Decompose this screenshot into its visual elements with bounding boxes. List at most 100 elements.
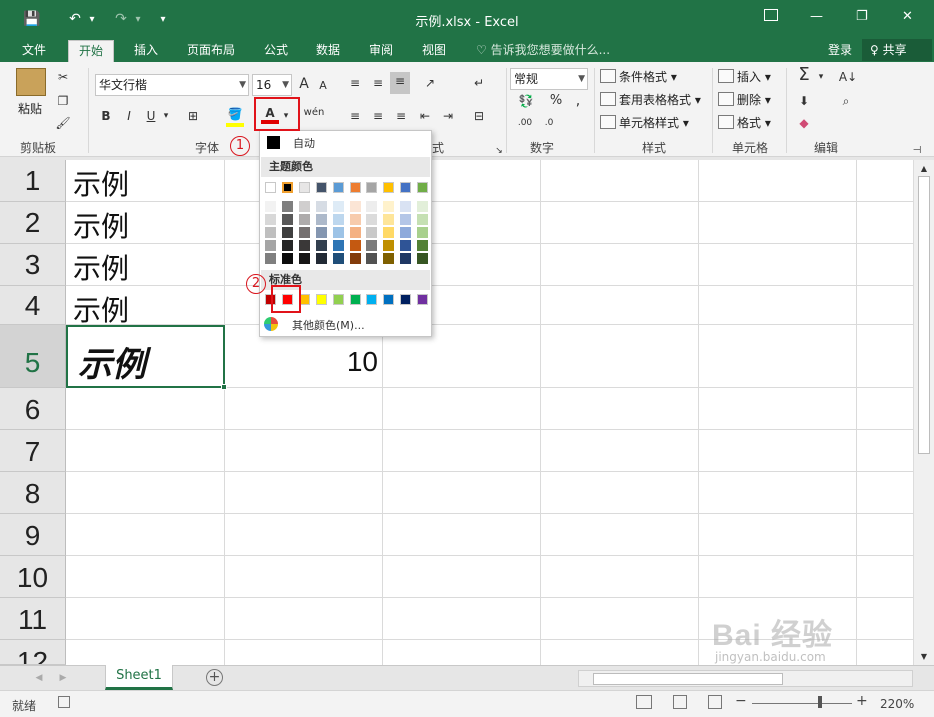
wrap-text-icon[interactable]: ↵ xyxy=(470,74,488,92)
paste-icon[interactable] xyxy=(16,68,46,96)
cell-styles-button[interactable]: 单元格样式 ▾ xyxy=(600,114,689,132)
clear-icon[interactable]: ◆ xyxy=(794,114,814,132)
increase-decimal-icon[interactable]: .00 xyxy=(514,114,536,132)
format-as-table-button[interactable]: 套用表格格式 ▾ xyxy=(600,91,701,109)
share-button[interactable]: ♀ 共享 xyxy=(862,39,932,61)
theme-shade-swatch[interactable] xyxy=(400,227,412,238)
theme-shade-swatch[interactable] xyxy=(417,240,429,251)
theme-shade-swatch[interactable] xyxy=(332,214,344,225)
theme-shade-swatch[interactable] xyxy=(265,227,276,238)
theme-shade-swatch[interactable] xyxy=(315,214,327,225)
theme-shade-swatch[interactable] xyxy=(281,214,293,225)
theme-color-swatch[interactable] xyxy=(265,182,276,193)
cell-b5[interactable]: 10 xyxy=(320,346,378,378)
theme-shade-swatch[interactable] xyxy=(332,201,344,212)
scroll-thumb[interactable] xyxy=(593,673,783,685)
scroll-thumb[interactable] xyxy=(918,176,930,454)
tab-insert[interactable]: 插入 xyxy=(124,40,168,62)
align-right-icon[interactable]: ≡ xyxy=(392,107,410,125)
theme-shade-swatch[interactable] xyxy=(417,227,429,238)
align-bottom-icon[interactable]: ≡ xyxy=(390,72,410,94)
sign-in-link[interactable]: 登录 xyxy=(828,41,852,58)
standard-color-swatch[interactable] xyxy=(366,294,378,305)
page-layout-view-icon[interactable] xyxy=(673,695,687,709)
row-header[interactable]: 3 xyxy=(0,244,66,286)
theme-shade-swatch[interactable] xyxy=(417,253,429,264)
zoom-slider-thumb[interactable] xyxy=(818,696,822,708)
theme-color-swatch[interactable] xyxy=(366,182,378,193)
insert-cells-button[interactable]: 插入 ▾ xyxy=(718,68,771,86)
theme-shade-swatch[interactable] xyxy=(265,214,276,225)
theme-shade-swatch[interactable] xyxy=(366,240,378,251)
theme-color-swatch[interactable] xyxy=(315,182,327,193)
copy-icon[interactable]: ❐ xyxy=(54,92,72,110)
theme-color-swatch[interactable] xyxy=(417,182,429,193)
theme-shade-swatch[interactable] xyxy=(315,201,327,212)
theme-shade-swatch[interactable] xyxy=(298,201,310,212)
row-header[interactable]: 5 xyxy=(0,325,66,388)
align-center-icon[interactable]: ≡ xyxy=(369,107,387,125)
align-left-icon[interactable]: ≡ xyxy=(346,107,364,125)
cell-a2[interactable]: 示例 xyxy=(73,205,129,245)
theme-color-swatch[interactable] xyxy=(332,182,344,193)
row-header[interactable]: 12 xyxy=(0,640,66,665)
theme-shade-swatch[interactable] xyxy=(383,201,395,212)
row-header[interactable]: 9 xyxy=(0,514,66,556)
chevron-down-icon[interactable]: ▾ xyxy=(816,68,826,86)
format-painter-icon[interactable]: 🖌 xyxy=(54,114,72,132)
theme-shade-swatch[interactable] xyxy=(366,201,378,212)
theme-color-swatch[interactable] xyxy=(383,182,395,193)
cut-icon[interactable]: ✂ xyxy=(54,68,72,86)
chevron-down-icon[interactable]: ▾ xyxy=(161,107,171,125)
automatic-color-option[interactable]: 自动 xyxy=(293,135,315,151)
theme-shade-swatch[interactable] xyxy=(366,214,378,225)
tab-review[interactable]: 审阅 xyxy=(359,40,403,62)
format-cells-button[interactable]: 格式 ▾ xyxy=(718,114,771,132)
theme-shade-swatch[interactable] xyxy=(298,253,310,264)
find-select-icon[interactable]: ⌕ xyxy=(836,92,856,110)
theme-shade-swatch[interactable] xyxy=(332,227,344,238)
theme-shade-swatch[interactable] xyxy=(332,240,344,251)
more-colors-option[interactable]: 其他颜色(M)... xyxy=(292,317,365,333)
theme-color-swatch[interactable] xyxy=(281,182,293,193)
italic-button[interactable]: I xyxy=(121,107,137,125)
standard-color-swatch[interactable] xyxy=(383,294,395,305)
tab-home[interactable]: 开始 xyxy=(68,40,115,62)
theme-shade-swatch[interactable] xyxy=(315,240,327,251)
theme-shade-swatch[interactable] xyxy=(400,240,412,251)
automatic-color-swatch[interactable] xyxy=(267,136,280,149)
theme-shade-swatch[interactable] xyxy=(349,240,361,251)
standard-color-swatch[interactable] xyxy=(417,294,429,305)
theme-shade-swatch[interactable] xyxy=(349,214,361,225)
decrease-decimal-icon[interactable]: .0 xyxy=(538,114,560,132)
fill-handle[interactable] xyxy=(221,384,227,390)
next-sheet-icon[interactable]: ▶ xyxy=(58,669,68,687)
normal-view-icon[interactable] xyxy=(636,695,652,709)
theme-shade-swatch[interactable] xyxy=(383,253,395,264)
tab-page-layout[interactable]: 页面布局 xyxy=(177,40,245,62)
theme-shade-swatch[interactable] xyxy=(366,253,378,264)
tab-formulas[interactable]: 公式 xyxy=(254,40,298,62)
tell-me-search[interactable]: ♡ 告诉我您想要做什么... xyxy=(476,41,610,58)
bold-button[interactable]: B xyxy=(98,107,114,125)
theme-shade-swatch[interactable] xyxy=(383,240,395,251)
minimize-button[interactable]: — xyxy=(810,9,823,24)
number-format-combo[interactable]: 常规 ▼ xyxy=(510,68,588,90)
standard-color-swatch[interactable] xyxy=(400,294,412,305)
percent-style-icon[interactable]: % xyxy=(548,92,564,110)
add-sheet-button[interactable]: + xyxy=(206,669,223,686)
row-header[interactable]: 11 xyxy=(0,598,66,640)
theme-shade-swatch[interactable] xyxy=(400,201,412,212)
align-middle-icon[interactable]: ≡ xyxy=(369,74,387,92)
macro-record-icon[interactable] xyxy=(58,696,70,708)
tab-file[interactable]: 文件 xyxy=(12,40,56,62)
theme-shade-swatch[interactable] xyxy=(281,253,293,264)
phonetic-guide-icon[interactable]: wén xyxy=(303,104,325,122)
theme-shade-swatch[interactable] xyxy=(281,201,293,212)
accounting-format-icon[interactable]: 💱 xyxy=(514,92,538,110)
delete-cells-button[interactable]: 删除 ▾ xyxy=(718,91,771,109)
theme-shade-swatch[interactable] xyxy=(265,201,276,212)
theme-shade-swatch[interactable] xyxy=(400,253,412,264)
row-header[interactable]: 4 xyxy=(0,286,66,325)
theme-shade-swatch[interactable] xyxy=(281,227,293,238)
